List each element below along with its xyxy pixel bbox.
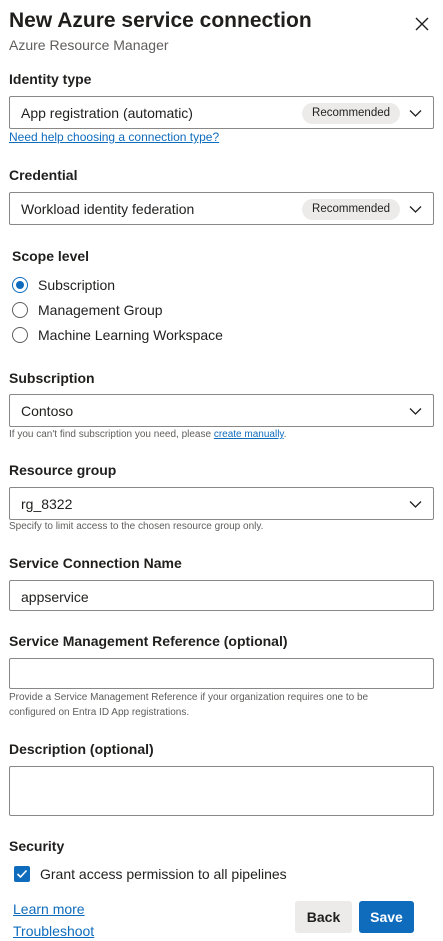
- management-reference-hint: Provide a Service Management Reference i…: [9, 690, 368, 720]
- save-button[interactable]: Save: [359, 901, 414, 933]
- close-icon: [415, 17, 429, 31]
- radio-button[interactable]: [12, 277, 28, 293]
- radio-button[interactable]: [12, 327, 28, 343]
- hint-line: configured on Entra ID App registrations…: [9, 707, 190, 718]
- resource-group-hint: Specify to limit access to the chosen re…: [9, 521, 264, 532]
- chevron-down-icon: [409, 206, 422, 213]
- credential-value: Workload identity federation: [21, 201, 195, 217]
- management-reference-label: Service Management Reference (optional): [9, 633, 288, 649]
- panel-subtitle: Azure Resource Manager: [9, 37, 169, 53]
- connection-name-label: Service Connection Name: [9, 555, 182, 571]
- credential-label: Credential: [9, 167, 78, 183]
- panel-title: New Azure service connection: [9, 9, 312, 32]
- hint-line: Provide a Service Management Reference i…: [9, 692, 369, 703]
- scope-level-label: Scope level: [12, 248, 90, 264]
- identity-type-label: Identity type: [9, 71, 92, 87]
- chevron-down-icon: [409, 408, 422, 415]
- create-manually-link[interactable]: create manually: [214, 429, 284, 440]
- learn-more-link[interactable]: Learn more: [13, 901, 85, 917]
- troubleshoot-link[interactable]: Troubleshoot: [13, 923, 94, 939]
- recommended-badge: Recommended: [302, 199, 400, 220]
- management-reference-input[interactable]: [9, 658, 434, 689]
- connection-name-value: appservice: [21, 589, 89, 605]
- connection-name-input[interactable]: appservice: [9, 580, 434, 611]
- scope-option-subscription[interactable]: Subscription: [12, 275, 115, 295]
- radio-label: Machine Learning Workspace: [38, 327, 223, 343]
- identity-type-value: App registration (automatic): [21, 105, 193, 121]
- security-label: Security: [9, 838, 65, 854]
- description-label: Description (optional): [9, 741, 154, 757]
- subscription-hint: If you can't find subscription you need,…: [9, 427, 286, 442]
- checkmark-icon: [16, 869, 28, 879]
- subscription-dropdown[interactable]: Contoso: [9, 394, 434, 427]
- radio-label: Management Group: [38, 302, 163, 318]
- chevron-down-icon: [409, 501, 422, 508]
- resource-group-label: Resource group: [9, 462, 117, 478]
- hint-text: If you can't find subscription you need,…: [9, 429, 214, 440]
- radio-label: Subscription: [38, 277, 116, 293]
- chevron-down-icon: [409, 110, 422, 117]
- grant-access-checkbox[interactable]: [14, 866, 30, 882]
- resource-group-value: rg_8322: [21, 496, 73, 512]
- grant-access-label: Grant access permission to all pipelines: [40, 866, 287, 882]
- close-button[interactable]: [413, 15, 431, 33]
- description-textarea[interactable]: [9, 766, 434, 816]
- back-button[interactable]: Back: [295, 901, 352, 933]
- identity-type-dropdown[interactable]: App registration (automatic) Recommended: [9, 96, 434, 129]
- radio-button[interactable]: [12, 302, 28, 318]
- hint-text: .: [283, 429, 287, 440]
- scope-option-management-group[interactable]: Management Group: [12, 300, 163, 320]
- subscription-value: Contoso: [21, 403, 74, 419]
- resource-group-dropdown[interactable]: rg_8322: [9, 487, 434, 520]
- grant-access-checkbox-row[interactable]: Grant access permission to all pipelines: [14, 866, 287, 882]
- recommended-badge: Recommended: [302, 103, 400, 124]
- scope-option-ml-workspace[interactable]: Machine Learning Workspace: [12, 325, 223, 345]
- subscription-label: Subscription: [9, 370, 95, 386]
- connection-type-help-link[interactable]: Need help choosing a connection type?: [9, 130, 219, 144]
- credential-dropdown[interactable]: Workload identity federation Recommended: [9, 192, 434, 225]
